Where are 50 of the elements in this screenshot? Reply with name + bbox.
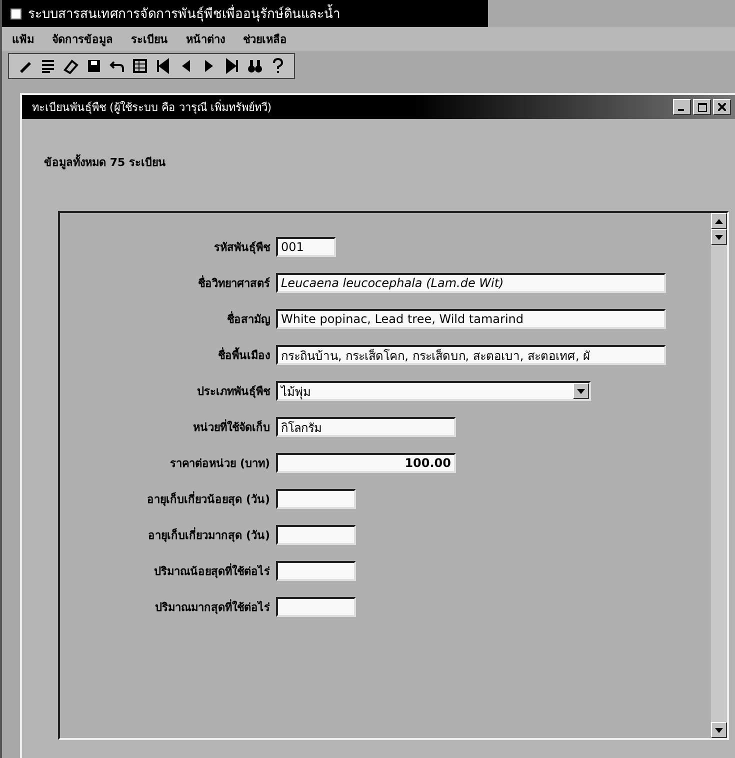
close-button[interactable] [713, 99, 731, 115]
last-record-icon[interactable] [224, 58, 240, 74]
menu-item[interactable]: ช่วยเหลือ [241, 30, 289, 48]
menu-item[interactable]: หน้าต่าง [184, 30, 227, 48]
field-label: หน่วยที่ใช้จัดเก็บ [192, 418, 270, 436]
field-label: ชื่อวิทยาศาสตร์ [197, 274, 270, 292]
dropdown-field[interactable]: ไม้พุ่ม [276, 381, 591, 401]
field-label: รหัสพันธุ์พืช [213, 240, 270, 256]
minimize-button[interactable] [673, 99, 691, 115]
field-label: ชื่อพื้นเมือง [217, 346, 270, 364]
help-icon[interactable] [270, 58, 286, 74]
caret-icon [577, 388, 585, 394]
input-field[interactable] [276, 561, 356, 581]
input-field[interactable]: White popinac, Lead tree, Wild tamarind [276, 309, 666, 329]
down-arrow-icon [715, 728, 723, 732]
input-field[interactable]: 100.00 [276, 453, 456, 473]
input-field[interactable]: 001 [276, 237, 336, 257]
window-title: ระบบสารสนเทศการจัดการพันธุ์พืชเพื่ออนุรักษ์ดินและน้ำ [28, 3, 340, 24]
child-window-title: ทะเบียนพันธุ์พืช (ผู้ใช้ระบบ คือ วารุณี เพิ่มทรัพย์ทวี) [32, 98, 272, 116]
field-label: ปริมาณมากสุดที่ใช้ต่อไร่ [154, 598, 270, 616]
first-record-icon[interactable] [155, 58, 171, 74]
maximize-button[interactable] [693, 99, 711, 115]
field-label: ประเภทพันธุ์พืช [196, 384, 270, 400]
input-field[interactable]: กระถินบ้าน, กระเส็ดโคก, กระเส็ดบก, สะตอเบา, สะตอเทศ, ผั [276, 345, 666, 365]
close-icon [718, 103, 726, 111]
input-field[interactable] [276, 525, 356, 545]
input-field[interactable] [276, 489, 356, 509]
table-icon[interactable] [132, 58, 148, 74]
field-label: ราคาต่อหน่วย (บาท) [169, 456, 270, 472]
field-label: อายุเก็บเกี่ยวน้อยสุด (วัน) [146, 490, 270, 508]
list-icon[interactable] [40, 58, 56, 74]
down-arrow-icon [715, 234, 723, 240]
field-label: อายุเก็บเกี่ยวมากสุด (วัน) [147, 526, 270, 544]
input-field[interactable]: Leucaena leucocephala (Lam.de Wit) [276, 273, 666, 293]
input-field[interactable]: กิโลกรัม [276, 417, 456, 437]
maximize-icon [698, 102, 706, 112]
menu-item[interactable]: แฟ้ม [10, 30, 36, 48]
menu-item[interactable]: ระเบียน [129, 30, 170, 48]
binoculars-icon[interactable] [247, 58, 263, 74]
save-icon[interactable] [86, 58, 102, 74]
app-icon [10, 8, 22, 20]
scrollbar[interactable] [711, 213, 727, 738]
up-arrow-icon [715, 218, 723, 224]
eraser-icon[interactable] [63, 58, 79, 74]
field-label: ปริมาณน้อยสุดที่ใช้ต่อไร่ [153, 562, 270, 580]
input-field[interactable] [276, 597, 356, 617]
field-label: ชื่อสามัญ [226, 310, 270, 328]
dropdown-button[interactable] [573, 383, 589, 399]
menu-item[interactable]: จัดการข้อมูล [50, 30, 115, 48]
record-count: ข้อมูลทั้งหมด 75 ระเบียน [44, 153, 167, 171]
